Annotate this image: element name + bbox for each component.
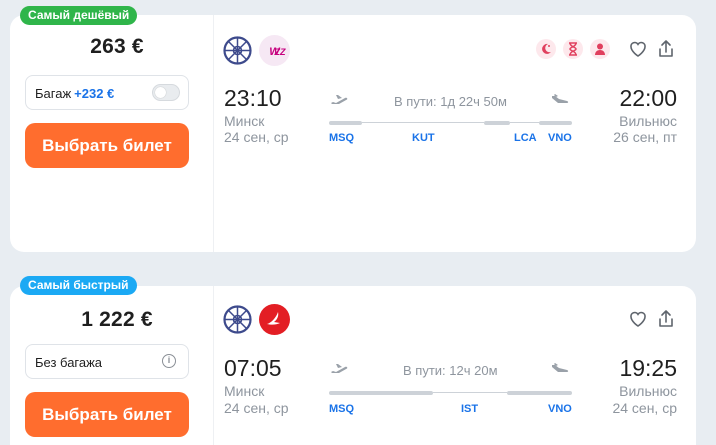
baggage-label: Багаж +232 €	[35, 86, 114, 101]
airport-code: IST	[461, 403, 479, 415]
cheapest-badge: Самый дешёвый	[20, 6, 138, 25]
airport-code: VNO	[548, 132, 572, 144]
offer-price-panel: 263 € Багаж +232 € Выбрать билет	[10, 15, 204, 252]
baggage-extra-price: +232 €	[74, 86, 115, 101]
select-ticket-button[interactable]: Выбрать билет	[25, 123, 189, 168]
self-transfer-icon	[590, 39, 610, 59]
turkish-airlines-logo	[259, 304, 290, 335]
departure-date: 24 сен, ср	[224, 400, 289, 416]
flight-duration: В пути: 1д 22ч 50м	[394, 94, 507, 109]
share-icon[interactable]	[655, 308, 677, 330]
departure-date: 24 сен, ср	[224, 129, 289, 145]
arrival-time: 22:00	[619, 85, 677, 111]
airline-wheel-logo	[222, 304, 253, 335]
long-layover-icon	[563, 39, 583, 59]
ticket-price: 1 222 €	[81, 308, 153, 331]
ticket-price: 263 €	[90, 35, 144, 58]
svg-text:ZZ: ZZ	[274, 47, 286, 57]
card-divider	[213, 286, 214, 445]
flight-offer-card[interactable]: 1 222 € Без багажа i Выбрать билет 07:05…	[10, 286, 696, 445]
flight-segment	[507, 391, 572, 395]
wizz-air-logo: W ZZ	[259, 35, 290, 66]
baggage-option[interactable]: Багаж +232 €	[25, 75, 189, 110]
card-divider	[213, 15, 214, 252]
flight-offer-card[interactable]: 263 € Багаж +232 € Выбрать билет W ZZ 23…	[10, 15, 696, 252]
flight-duration: В пути: 12ч 20м	[403, 363, 498, 378]
departure-time: 23:10	[224, 85, 282, 111]
landing-icon	[552, 363, 569, 372]
arrival-city: Вильнюс	[619, 383, 677, 399]
flight-segment	[484, 121, 510, 125]
landing-icon	[552, 94, 569, 103]
layover-line	[362, 122, 484, 123]
airport-code: KUT	[412, 132, 435, 144]
flight-segment	[539, 121, 572, 125]
arrival-date: 24 сен, ср	[612, 400, 677, 416]
share-icon[interactable]	[655, 38, 677, 60]
departure-city: Минск	[224, 113, 265, 129]
departure-time: 07:05	[224, 355, 282, 381]
flight-segment	[329, 121, 362, 125]
select-ticket-button[interactable]: Выбрать билет	[25, 392, 189, 437]
arrival-date: 26 сен, пт	[613, 129, 677, 145]
fastest-badge: Самый быстрый	[20, 276, 137, 295]
offer-price-panel: 1 222 € Без багажа i Выбрать билет	[10, 286, 204, 445]
airport-code: MSQ	[329, 132, 355, 144]
flight-segment	[329, 391, 433, 395]
airline-wheel-logo	[222, 35, 253, 66]
layover-line	[510, 122, 539, 123]
arrival-city: Вильнюс	[619, 113, 677, 129]
heart-icon[interactable]	[627, 308, 649, 330]
airport-code: VNO	[548, 403, 572, 415]
arrival-time: 19:25	[619, 355, 677, 381]
layover-line	[433, 392, 507, 393]
baggage-label: Без багажа	[35, 355, 103, 370]
baggage-text: Багаж	[35, 86, 72, 101]
takeoff-icon	[331, 95, 348, 104]
night-flight-icon	[536, 39, 556, 59]
heart-icon[interactable]	[627, 38, 649, 60]
departure-city: Минск	[224, 383, 265, 399]
airport-code: MSQ	[329, 403, 355, 415]
takeoff-icon	[331, 364, 348, 373]
baggage-option[interactable]: Без багажа i	[25, 344, 189, 379]
info-icon[interactable]: i	[162, 354, 176, 368]
baggage-toggle[interactable]	[152, 84, 180, 101]
airport-code: LCA	[514, 132, 537, 144]
